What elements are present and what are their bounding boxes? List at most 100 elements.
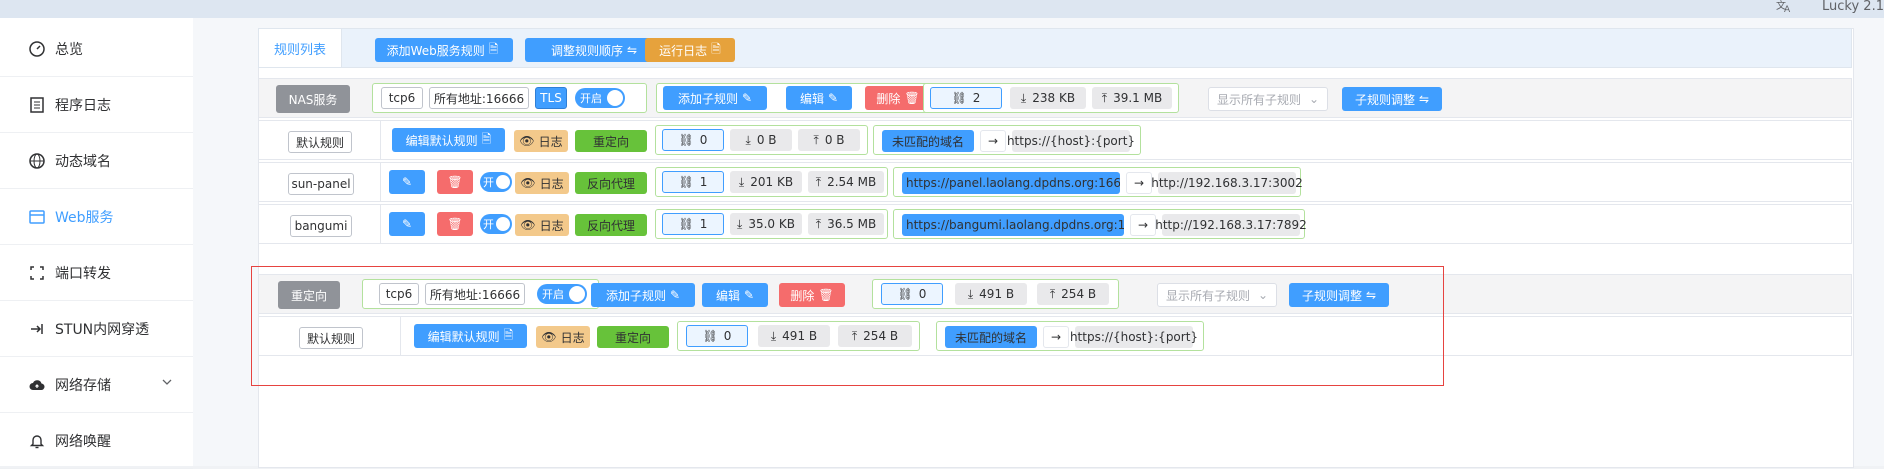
- edit-default-rule-button[interactable]: 编辑默认规则 🗎: [414, 324, 527, 348]
- subrule-adjust-button[interactable]: 子规则调整 ⇋: [1289, 283, 1389, 307]
- upload-icon: ⤒: [815, 174, 822, 189]
- route-group: 未匹配的域名 → https://{host}:{port}: [936, 321, 1204, 351]
- connections-tag: ⛓ 1: [662, 213, 724, 235]
- edit-icon: ✎: [401, 217, 413, 231]
- add-subrule-button[interactable]: 添加子规则 ✎: [591, 283, 695, 307]
- upload-icon: ⤒: [815, 216, 822, 231]
- traffic-group: ⛓ 1 ⤓ 35.0 KB ⤒ 36.5 MB: [655, 209, 888, 239]
- subrule-filter-select[interactable]: 显示所有子规则 ⌄: [1157, 283, 1277, 307]
- cloud-storage-icon: [27, 375, 47, 395]
- log-tag[interactable]: 👁 日志: [515, 214, 569, 236]
- edit-subrule-button[interactable]: ✎: [389, 212, 425, 236]
- protocol-tag: tcp6: [381, 87, 423, 109]
- upload-tag: ⤒ 36.5 MB: [808, 213, 884, 235]
- connections-tag: ⛓ 2: [930, 87, 1002, 109]
- doc-icon: 🗎: [503, 327, 514, 342]
- sidebar-item-overview[interactable]: 总览: [0, 22, 193, 77]
- route-group: 未匹配的域名 → https://{host}:{port}: [873, 125, 1141, 155]
- rule-enable-switch[interactable]: 开启: [537, 284, 587, 304]
- sidebar-item-stun[interactable]: STUN内网穿透: [0, 302, 193, 357]
- connections-tag: ⛓ 0: [686, 325, 748, 347]
- domain-match-tag: https://bangumi.laolang.dpdns.org:16...: [902, 214, 1124, 236]
- svg-text:A: A: [1784, 5, 1791, 13]
- trash-icon: 🗑: [447, 175, 463, 189]
- add-web-rule-button[interactable]: 添加Web服务规则 🗎: [375, 38, 513, 62]
- sidebar-item-label: STUN内网穿透: [55, 322, 150, 338]
- run-log-button[interactable]: 运行日志 🗎: [645, 38, 735, 62]
- sidebar-item-ddns[interactable]: 动态域名: [0, 134, 193, 189]
- sidebar-item-wol[interactable]: 网络唤醒: [0, 414, 193, 469]
- log-tag[interactable]: 👁 日志: [515, 172, 569, 194]
- subrule-label: bangumi: [290, 215, 352, 237]
- edit-icon: ✎: [401, 175, 413, 189]
- address-tag: 所有地址:16666: [429, 87, 529, 109]
- upload-icon: ⤒: [1101, 90, 1108, 105]
- route-group: https://panel.laolang.dpdns.org:1666... …: [893, 167, 1303, 197]
- top-bar: 文A Lucky 2.1: [0, 0, 1884, 18]
- delete-rule-button[interactable]: 删除 🗑: [779, 283, 845, 307]
- edit-default-rule-button[interactable]: 编辑默认规则 🗎: [392, 128, 505, 152]
- subrule-enable-switch[interactable]: 开: [480, 214, 512, 234]
- delete-rule-button[interactable]: 删除 🗑: [865, 86, 931, 110]
- doc-icon: 🗎: [711, 41, 721, 56]
- sidebar-item-port-forward[interactable]: 端口转发: [0, 246, 193, 301]
- sidebar-item-web[interactable]: Web服务: [0, 190, 193, 245]
- arrow-icon: →: [980, 130, 1006, 152]
- edit-subrule-button[interactable]: ✎: [389, 170, 425, 194]
- link-icon: ⛓: [678, 217, 694, 231]
- traffic-group: ⛓ 0 ⤓ 491 B ⤒ 254 B: [677, 321, 920, 351]
- sidebar-item-label: 网络唤醒: [55, 434, 111, 450]
- connections-tag: ⛓ 0: [881, 283, 943, 305]
- download-icon: ⤓: [967, 286, 974, 301]
- link-icon: ⛓: [951, 91, 967, 105]
- add-subrule-button[interactable]: 添加子规则 ✎: [663, 86, 767, 110]
- traffic-group: ⛓ 1 ⤓ 201 KB ⤒ 2.54 MB: [655, 167, 888, 197]
- subrule-row: bangumi ✎ 🗑 开 👁 日志 反向代理 ⛓ 1 ⤓ 35.0 KB ⤒ 36.5…: [258, 204, 1852, 244]
- arrow-icon: →: [1130, 214, 1156, 236]
- traffic-group: ⛓ 0 ⤓ 0 B ⤒ 0 B: [655, 125, 868, 155]
- edit-rule-button[interactable]: 编辑 ✎: [786, 86, 852, 110]
- connections-tag: ⛓ 0: [662, 129, 724, 151]
- subrule-filter-select[interactable]: 显示所有子规则 ⌄: [1208, 87, 1328, 111]
- rule-row: 重定向 tcp6 所有地址:16666 开启 添加子规则 ✎ 编辑 ✎ 删除 🗑 ⛓ 0…: [258, 274, 1852, 314]
- trash-icon: 🗑: [904, 91, 920, 105]
- adjust-order-button[interactable]: 调整规则顺序 ⇋: [525, 38, 663, 62]
- sidebar-item-storage[interactable]: 网络存储: [0, 358, 193, 413]
- domain-match-tag: https://panel.laolang.dpdns.org:1666...: [902, 172, 1120, 194]
- edit-rule-button[interactable]: 编辑 ✎: [702, 283, 768, 307]
- listen-group: tcp6 所有地址:16666 开启: [362, 279, 599, 309]
- translate-icon[interactable]: 文A: [1776, 0, 1792, 17]
- domain-match-tag: 未匹配的域名: [882, 130, 974, 152]
- sidebar-item-log[interactable]: 程序日志: [0, 78, 193, 133]
- download-icon: ⤓: [737, 216, 743, 231]
- log-icon: [27, 95, 47, 115]
- chevron-down-icon[interactable]: [161, 376, 173, 392]
- subrule-label: 默认规则: [288, 131, 352, 153]
- delete-subrule-button[interactable]: 🗑: [437, 170, 473, 194]
- log-tag[interactable]: 👁 日志: [514, 130, 568, 152]
- delete-subrule-button[interactable]: 🗑: [437, 212, 473, 236]
- sidebar-item-label: 总览: [55, 42, 83, 58]
- eye-icon: 👁: [541, 330, 557, 344]
- download-tag: ⤓ 35.0 KB: [730, 213, 802, 235]
- log-tag[interactable]: 👁 日志: [536, 326, 590, 348]
- dashboard-icon: [27, 39, 47, 59]
- mode-tag: 反向代理: [575, 172, 647, 194]
- download-icon: ⤓: [770, 328, 777, 343]
- rule-row: NAS服务 tcp6 所有地址:16666 TLS 开启 添加子规则 ✎ 编辑 ✎ …: [258, 78, 1852, 118]
- protocol-tag: tcp6: [379, 283, 419, 305]
- tls-tag: TLS: [535, 87, 567, 109]
- link-icon: ⛓: [678, 175, 694, 189]
- download-icon: ⤓: [1020, 90, 1027, 105]
- rule-enable-switch[interactable]: 开启: [575, 88, 625, 108]
- tab-rule-list[interactable]: 规则列表: [259, 29, 342, 67]
- subrule-enable-switch[interactable]: 开: [480, 172, 512, 192]
- rule-name-badge[interactable]: NAS服务: [276, 85, 350, 113]
- sidebar-item-label: 端口转发: [55, 266, 111, 282]
- tab-bar: 规则列表 添加Web服务规则 🗎 调整规则顺序 ⇋ 运行日志 🗎: [258, 28, 1852, 68]
- trash-icon: 🗑: [447, 217, 463, 231]
- subrule-adjust-button[interactable]: 子规则调整 ⇋: [1342, 87, 1442, 111]
- rule-name-badge[interactable]: 重定向: [278, 281, 340, 309]
- swap-icon: ⇋: [626, 43, 638, 57]
- subrule-row: sun-panel ✎ 🗑 开 👁 日志 反向代理 ⛓ 1 ⤓ 201 KB ⤒ 2.5…: [258, 162, 1852, 202]
